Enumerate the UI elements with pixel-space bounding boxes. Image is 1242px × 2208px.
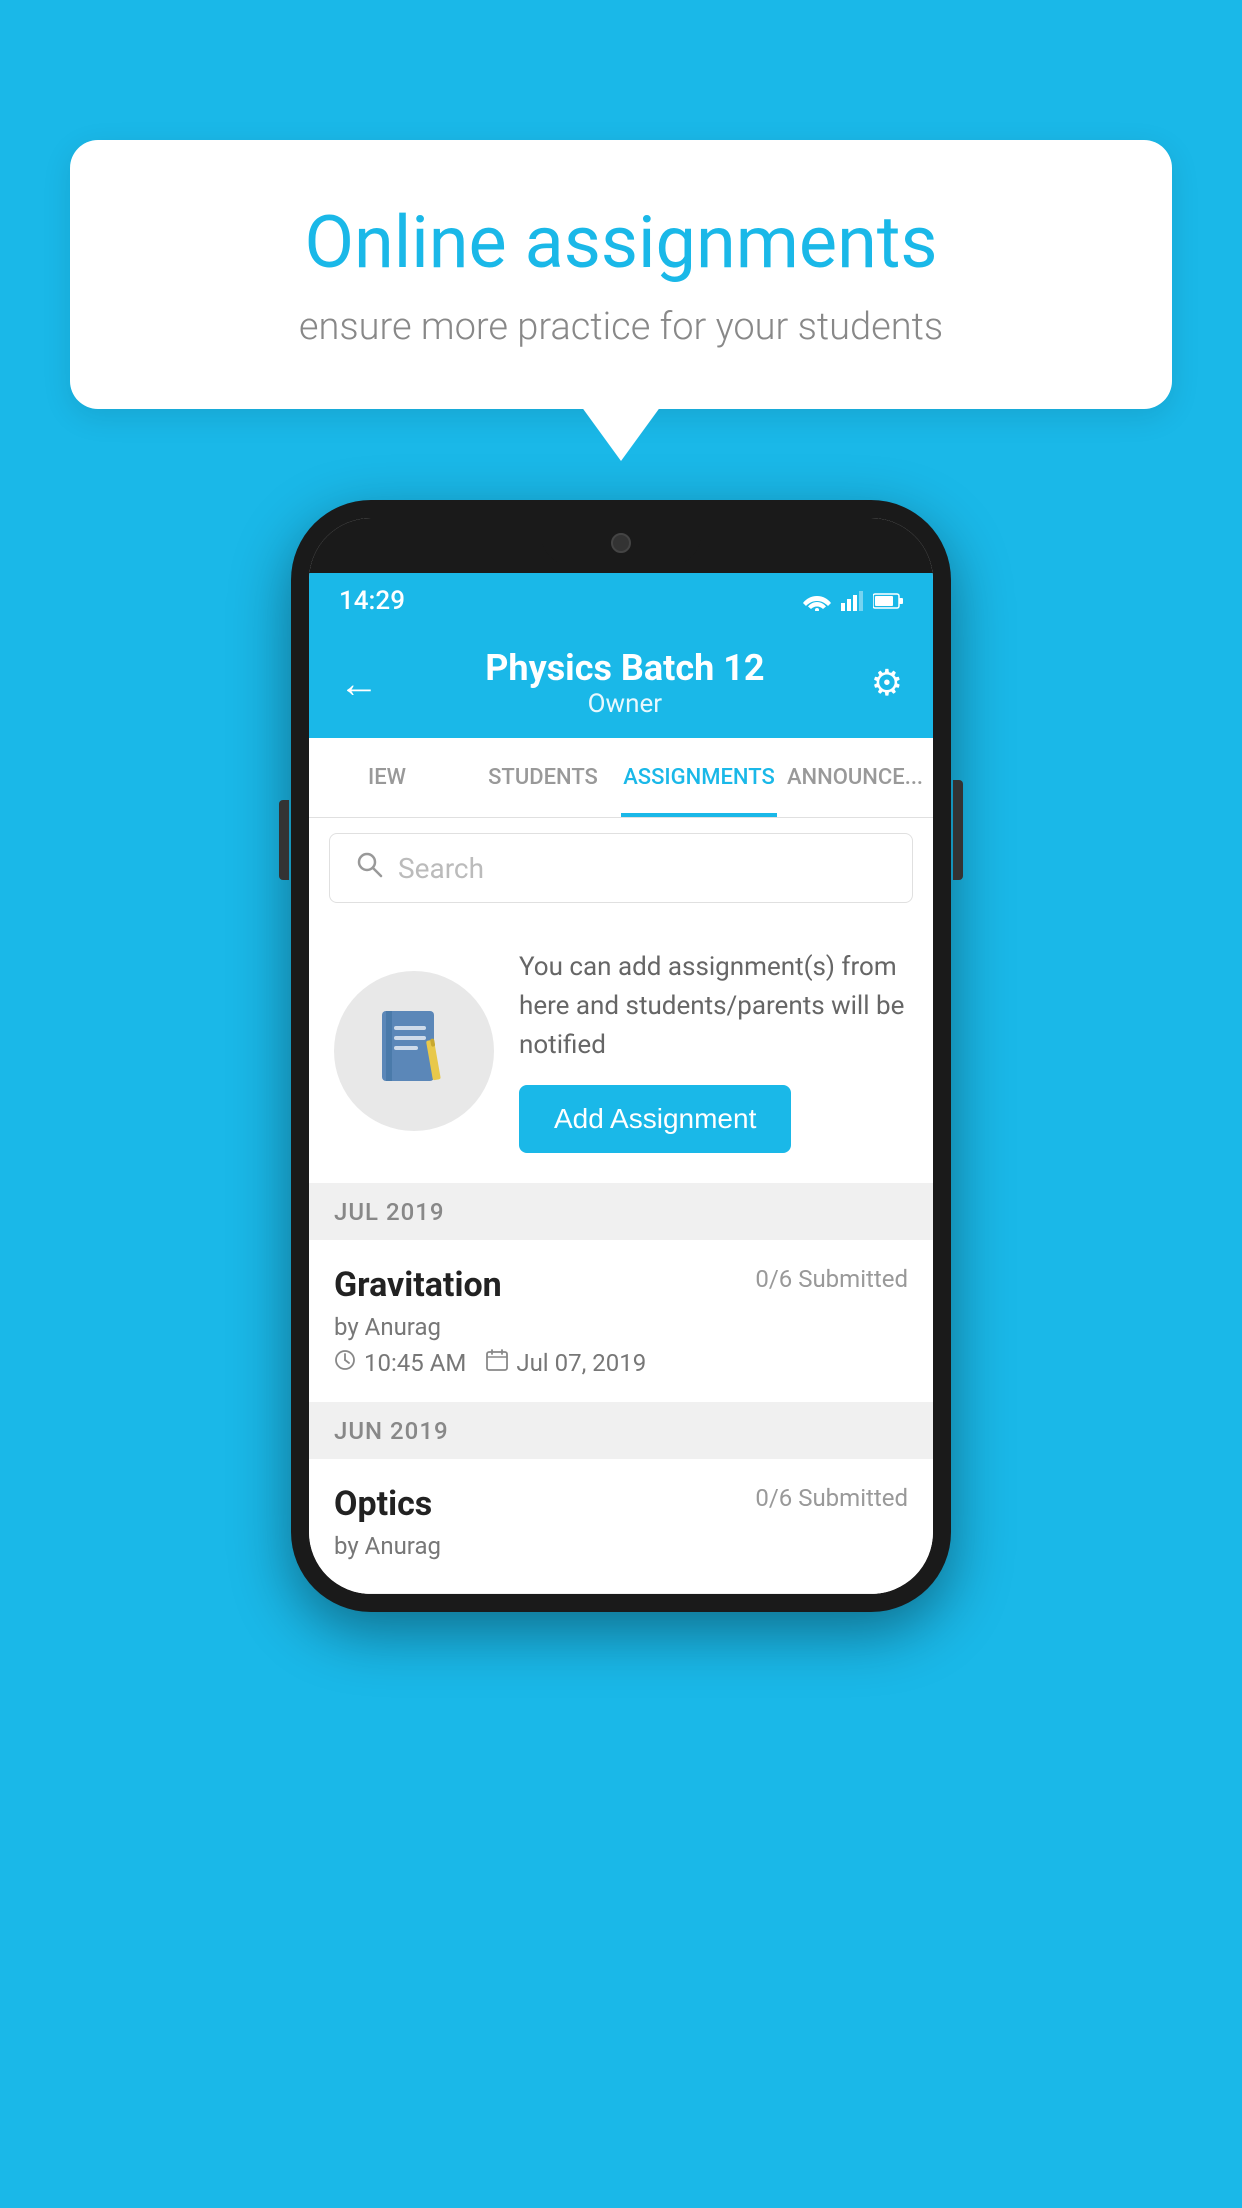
search-bar[interactable]: Search	[329, 833, 913, 903]
notch-cutout	[541, 520, 701, 565]
app-bar-title-container: Physics Batch 12 Owner	[485, 647, 764, 719]
promo-content: You can add assignment(s) from here and …	[519, 948, 908, 1153]
tab-overview[interactable]: IEW	[309, 738, 465, 817]
promo-icon-circle	[334, 971, 494, 1131]
add-assignment-promo: You can add assignment(s) from here and …	[309, 918, 933, 1184]
speech-bubble-container: Online assignments ensure more practice …	[70, 140, 1172, 409]
assignment-time: 10:45 AM	[364, 1349, 466, 1377]
status-bar: 14:29	[309, 573, 933, 628]
month-header-jun: JUN 2019	[309, 1403, 933, 1459]
back-button[interactable]: ←	[339, 660, 379, 707]
tabs: IEW STUDENTS ASSIGNMENTS ANNOUNCE...	[309, 738, 933, 818]
phone-screen: 14:29	[309, 518, 933, 1594]
clock-icon	[334, 1349, 356, 1377]
camera	[611, 533, 631, 553]
phone-notch	[309, 518, 933, 573]
search-placeholder: Search	[398, 852, 484, 885]
assignment-submitted: 0/6 Submitted	[755, 1265, 908, 1293]
battery-icon	[873, 592, 903, 610]
assignment-title-optics: Optics	[334, 1484, 432, 1524]
assignment-date-meta: Jul 07, 2019	[486, 1349, 646, 1377]
tab-assignments[interactable]: ASSIGNMENTS	[621, 738, 777, 817]
assignment-by-optics: by Anurag	[334, 1532, 908, 1560]
app-bar-title: Physics Batch 12	[485, 647, 764, 689]
assignment-item-header: Gravitation 0/6 Submitted	[334, 1265, 908, 1305]
assignment-date: Jul 07, 2019	[516, 1349, 646, 1377]
assignment-time-meta: 10:45 AM	[334, 1349, 466, 1377]
notebook-icon	[374, 1006, 454, 1096]
assignment-submitted-optics: 0/6 Submitted	[755, 1484, 908, 1512]
assignment-item-gravitation[interactable]: Gravitation 0/6 Submitted by Anurag	[309, 1240, 933, 1403]
assignment-meta: 10:45 AM Jul 07, 2019	[334, 1349, 908, 1377]
speech-bubble-subtitle: ensure more practice for your students	[140, 305, 1102, 349]
app-bar-subtitle: Owner	[485, 689, 764, 719]
status-icons	[803, 591, 903, 611]
add-assignment-button[interactable]: Add Assignment	[519, 1085, 791, 1153]
search-icon	[355, 850, 383, 886]
settings-button[interactable]: ⚙	[871, 662, 903, 704]
wifi-icon	[803, 591, 831, 611]
assignment-item-header-optics: Optics 0/6 Submitted	[334, 1484, 908, 1524]
calendar-icon	[486, 1349, 508, 1377]
search-container: Search	[309, 818, 933, 918]
assignment-by: by Anurag	[334, 1313, 908, 1341]
phone-outer: 14:29	[291, 500, 951, 1612]
tab-students[interactable]: STUDENTS	[465, 738, 621, 817]
phone-container: 14:29	[291, 500, 951, 1612]
assignment-title: Gravitation	[334, 1265, 502, 1305]
speech-bubble-title: Online assignments	[140, 200, 1102, 285]
speech-bubble: Online assignments ensure more practice …	[70, 140, 1172, 409]
status-time: 14:29	[339, 586, 405, 616]
promo-text: You can add assignment(s) from here and …	[519, 948, 908, 1065]
assignment-item-optics[interactable]: Optics 0/6 Submitted by Anurag	[309, 1459, 933, 1594]
tab-announcements[interactable]: ANNOUNCE...	[777, 738, 933, 817]
signal-icon	[841, 591, 863, 611]
month-header-jul: JUL 2019	[309, 1184, 933, 1240]
app-bar: ← Physics Batch 12 Owner ⚙	[309, 628, 933, 738]
